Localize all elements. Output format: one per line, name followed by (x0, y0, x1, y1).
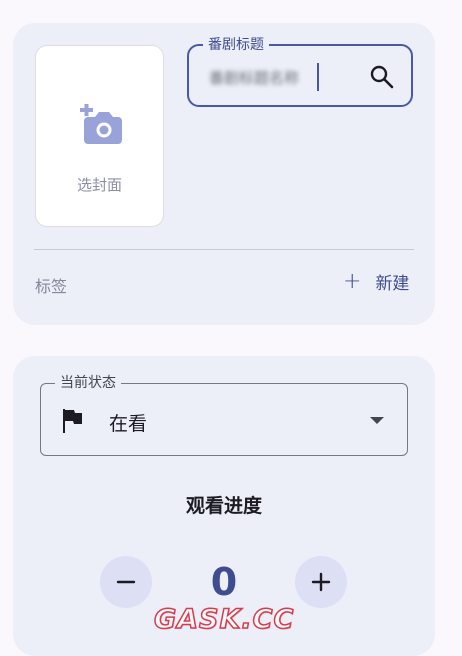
divider (34, 249, 414, 250)
progress-value: 0 (210, 560, 238, 604)
title-field-label: 番剧标题 (203, 35, 269, 55)
title-field[interactable]: 番剧标题 (187, 35, 413, 107)
new-tag-label: 新建 (375, 274, 410, 294)
search-icon[interactable] (369, 64, 395, 90)
plus-icon: + (343, 268, 362, 294)
new-tag-button[interactable]: + 新建 (343, 269, 409, 294)
tags-label: 标签 (35, 277, 68, 296)
flag-icon (63, 409, 82, 433)
status-value: 在看 (109, 413, 148, 435)
add-photo-icon (80, 104, 122, 144)
progress-title: 观看进度 (185, 495, 262, 517)
cover-picker[interactable]: 选封面 (35, 45, 164, 227)
plus-icon (311, 572, 331, 592)
text-caret (317, 63, 319, 91)
cover-label: 选封面 (76, 176, 122, 194)
watermark-logo: GASK.CC (153, 603, 295, 636)
chevron-down-icon (370, 417, 384, 424)
status-dropdown[interactable]: 当前状态 在看 (40, 373, 408, 456)
status-field-label: 当前状态 (55, 373, 121, 393)
increase-button[interactable] (295, 556, 347, 608)
title-input[interactable] (207, 64, 323, 90)
anime-info-card: 选封面 番剧标题 标签 + 新建 (13, 23, 435, 325)
